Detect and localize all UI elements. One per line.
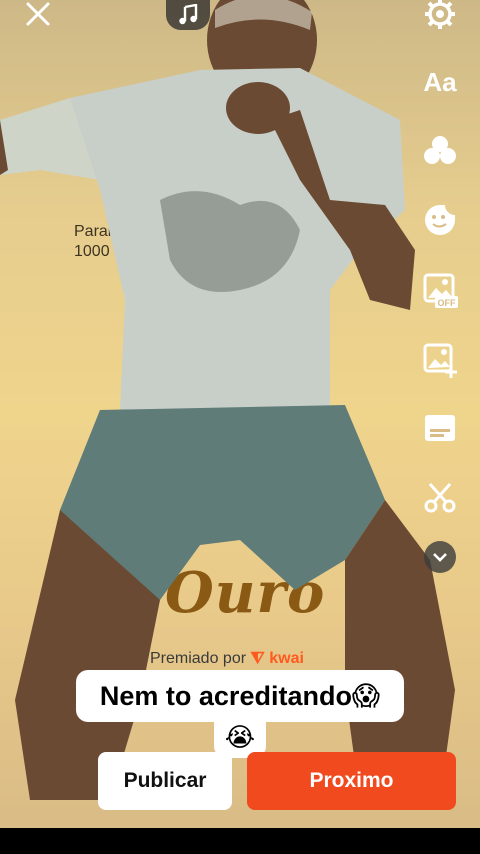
add-image-icon [423,343,457,378]
bottom-bar [0,828,480,854]
sticker-icon [425,205,455,235]
image-off-icon: OFF [423,273,458,308]
music-button[interactable] [166,0,210,30]
close-button[interactable] [20,0,56,28]
filter-icon [424,136,456,164]
caption-sticker[interactable]: Nem to acreditando😱 [76,670,404,722]
more-tools-button[interactable] [418,535,462,579]
sticker-button[interactable] [418,198,462,242]
add-image-button[interactable] [418,338,462,382]
svg-text:OFF: OFF [438,298,456,308]
text-tool-button[interactable]: Aa [418,60,462,104]
publish-button[interactable]: Publicar [98,752,232,810]
settings-icon [425,0,455,29]
settings-button[interactable] [418,0,462,36]
next-button[interactable]: Proximo [247,752,456,810]
music-note-icon [179,4,198,25]
text-tool-icon: Aa [423,66,457,97]
caption-icon [425,415,455,441]
scissors-icon [424,483,456,513]
image-off-button[interactable]: OFF [418,268,462,312]
trim-button[interactable] [418,476,462,520]
close-icon [26,2,50,26]
caption-button[interactable] [418,406,462,450]
filter-button[interactable] [418,128,462,172]
expand-more-icon [424,541,456,573]
